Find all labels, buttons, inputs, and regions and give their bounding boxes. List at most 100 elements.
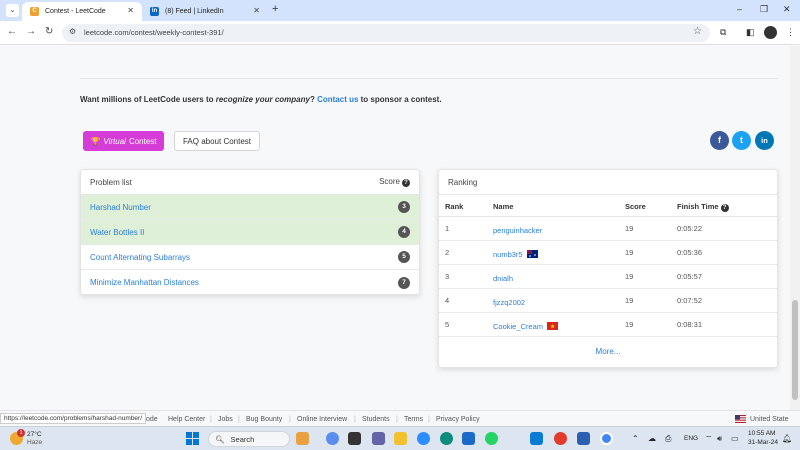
footer-link-students[interactable]: Students	[362, 416, 390, 423]
col-name: Name	[493, 202, 514, 211]
user-link[interactable]: dnialh	[493, 274, 513, 283]
footer-link[interactable]: ode	[146, 416, 158, 423]
browser-tab-bar: ⌄ C Contest - LeetCode ✕ in (8) Feed | L…	[0, 0, 800, 21]
faq-button[interactable]: FAQ about Contest	[174, 131, 260, 151]
us-flag-icon	[735, 415, 746, 423]
footer-link-jobs[interactable]: Jobs	[218, 416, 233, 423]
store-icon[interactable]	[462, 432, 475, 445]
scrollbar-thumb[interactable]	[792, 300, 798, 400]
weather-badge: 1	[17, 429, 25, 437]
back-icon[interactable]: ←	[7, 26, 17, 37]
footer-link-bug-bounty[interactable]: Bug Bounty	[246, 416, 282, 423]
problem-row[interactable]: Minimize Manhattan Distances 7	[81, 270, 419, 295]
problem-link[interactable]: Harshad Number	[90, 203, 151, 212]
vscode-icon[interactable]	[530, 432, 543, 445]
language-indicator[interactable]: ENG	[684, 435, 698, 442]
cloud-icon[interactable]: ☁	[648, 434, 656, 443]
user-link[interactable]: numb3r5	[493, 250, 523, 259]
score-value: 19	[625, 272, 634, 281]
problem-link[interactable]: Count Alternating Subarrays	[90, 253, 190, 262]
footer-separator: |	[396, 416, 398, 423]
problem-list-title: Problem list	[90, 177, 132, 187]
user-link[interactable]: penguinhacker	[493, 226, 542, 235]
linkedin-share-icon[interactable]: in	[755, 131, 774, 150]
close-window-icon[interactable]: ✕	[783, 4, 791, 15]
volume-icon[interactable]: 🔊︎	[717, 434, 722, 444]
notification-bell-icon[interactable]: 🔔︎	[782, 434, 792, 443]
question-icon[interactable]: ?	[402, 179, 410, 187]
site-info-icon[interactable]: ⚙	[69, 27, 76, 36]
task-view-icon[interactable]	[348, 432, 361, 445]
reload-icon[interactable]: ↻	[45, 26, 53, 37]
minimize-icon[interactable]: –	[737, 4, 742, 14]
rank-value: 3	[445, 272, 450, 281]
printer-icon[interactable]: ⎙	[665, 434, 671, 444]
status-bar-url: https://leetcode.com/problems/harshad-nu…	[0, 413, 147, 424]
edge-icon[interactable]	[440, 432, 453, 445]
facebook-share-icon[interactable]: f	[710, 131, 729, 150]
more-ranking-link[interactable]: More...	[439, 337, 777, 367]
contest-label: Contest	[128, 136, 157, 146]
close-tab-icon[interactable]: ✕	[127, 6, 134, 15]
finish-time-label: Finish Time	[677, 202, 719, 211]
wifi-icon[interactable]: ⌔	[705, 434, 713, 444]
extensions-icon[interactable]: ⧉	[720, 27, 726, 38]
forward-icon[interactable]: →	[26, 26, 36, 37]
problem-row[interactable]: Harshad Number 3	[81, 195, 419, 220]
virtual-contest-button[interactable]: 🏆 Virtual Contest	[83, 131, 164, 151]
contact-us-link[interactable]: Contact us	[317, 95, 358, 104]
sponsor-text: to sponsor a contest.	[358, 95, 442, 104]
user-link[interactable]: fjzzq2002	[493, 298, 525, 307]
clock-date[interactable]: 31-Mar-24	[748, 439, 778, 446]
word-icon[interactable]	[577, 432, 590, 445]
section-divider	[80, 78, 778, 79]
chrome-profile-icon[interactable]	[600, 432, 613, 445]
problem-row[interactable]: Count Alternating Subarrays 5	[81, 245, 419, 270]
footer-link-help-center[interactable]: Help Center	[168, 416, 205, 423]
problem-link[interactable]: Minimize Manhattan Distances	[90, 278, 199, 287]
finish-time-value: 0:05:22	[677, 224, 703, 233]
zoom-icon[interactable]	[417, 432, 430, 445]
teams-icon[interactable]	[372, 432, 385, 445]
clock-time[interactable]: 10:55 AM	[748, 430, 775, 437]
address-bar[interactable]: ⚙ leetcode.com/contest/weekly-contest-39…	[62, 24, 710, 42]
menu-dots-icon[interactable]: ⋮	[786, 27, 795, 38]
finish-time-value: 0:05:57	[677, 272, 703, 281]
close-tab-icon[interactable]: ✕	[253, 6, 260, 15]
score-header: Score?	[379, 177, 410, 187]
tab-leetcode[interactable]: C Contest - LeetCode ✕	[22, 2, 142, 21]
problem-list-panel: Problem list Score? Harshad Number 3 Wat…	[80, 169, 420, 295]
restore-icon[interactable]: ❐	[760, 4, 768, 15]
whatsapp-icon[interactable]	[485, 432, 498, 445]
user-cell: Cookie_Cream	[493, 322, 559, 331]
tray-chevron-icon[interactable]: ⌃	[632, 434, 639, 443]
region-selector[interactable]: United State	[750, 416, 789, 423]
chrome-icon[interactable]	[554, 432, 567, 445]
taskbar-search[interactable]: 🔍︎ Search	[208, 431, 290, 447]
widgets-icon[interactable]	[296, 432, 309, 445]
question-icon[interactable]: ?	[720, 204, 729, 212]
tab-search-icon[interactable]: ⌄	[6, 4, 19, 17]
side-panel-icon[interactable]: ◧	[746, 27, 755, 38]
bookmark-star-icon[interactable]: ☆	[693, 26, 702, 37]
profile-avatar[interactable]	[764, 26, 777, 39]
footer-separator: |	[428, 416, 430, 423]
weather-condition: Haze	[27, 439, 43, 446]
problem-link[interactable]: Water Bottles II	[90, 228, 144, 237]
file-explorer-icon[interactable]	[394, 432, 407, 445]
windows-start-icon[interactable]	[186, 432, 199, 445]
tab-title: (8) Feed | LinkedIn	[165, 8, 224, 15]
user-link[interactable]: Cookie_Cream	[493, 322, 543, 331]
battery-icon[interactable]: ▭	[731, 434, 739, 443]
col-score: Score	[625, 202, 646, 211]
new-tab-button[interactable]: +	[272, 3, 278, 15]
footer-link-online-interview[interactable]: Online Interview	[297, 416, 347, 423]
twitter-share-icon[interactable]: t	[732, 131, 751, 150]
ranking-row: 1 penguinhacker 19 0:05:22	[439, 217, 777, 241]
ranking-title: Ranking	[448, 177, 478, 187]
tab-linkedin[interactable]: in (8) Feed | LinkedIn ✕	[142, 2, 268, 21]
problem-row[interactable]: Water Bottles II 4	[81, 220, 419, 245]
footer-link-privacy-policy[interactable]: Privacy Policy	[436, 416, 480, 423]
copilot-icon[interactable]	[326, 432, 339, 445]
footer-link-terms[interactable]: Terms	[404, 416, 423, 423]
